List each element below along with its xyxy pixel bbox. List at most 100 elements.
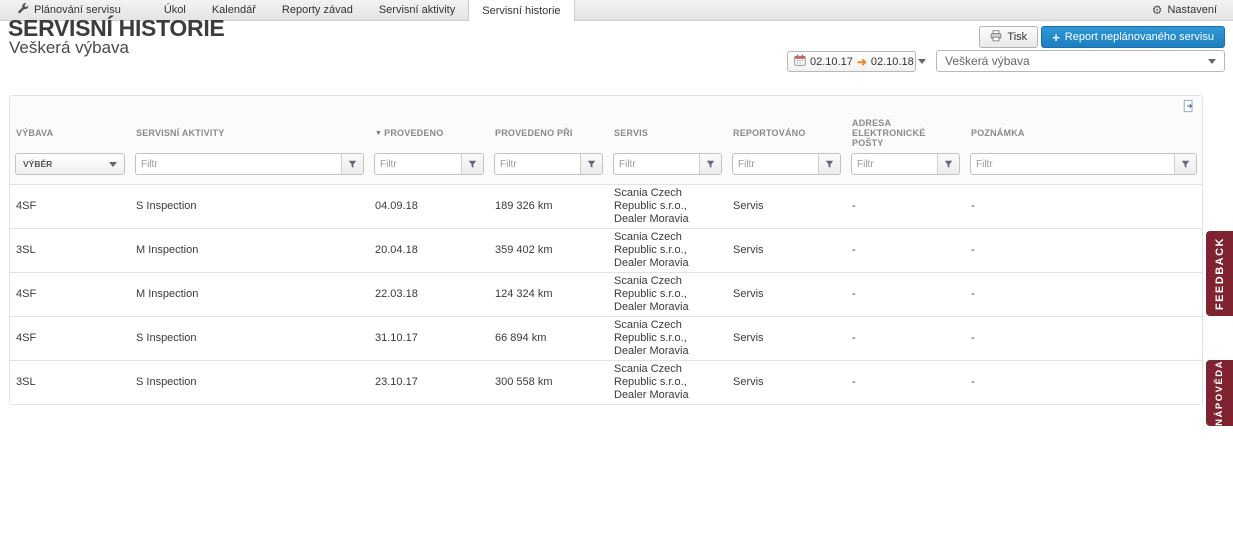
cell-servis: Scania Czech Republic s.r.o., Dealer Mor… (608, 360, 727, 404)
print-button-label: Tisk (1007, 31, 1028, 43)
cell-vybava: 4SF (10, 184, 130, 229)
filter-input-poznamka[interactable] (971, 154, 1174, 174)
equipment-filter-select[interactable]: Veškerá výbava (936, 50, 1225, 72)
cell-vybava: 3SL (10, 360, 130, 404)
table-row[interactable]: 3SL M Inspection 20.04.18 359 402 km Scania … (10, 228, 1202, 273)
cell-aktivita: S Inspection (130, 184, 369, 229)
filter-input-provedeno[interactable] (375, 154, 461, 174)
calendar-icon (794, 54, 806, 69)
filter-funnel-button[interactable] (341, 154, 363, 174)
filter-input-provedeno-pri[interactable] (495, 154, 580, 174)
cell-reportovano: Servis (727, 360, 846, 404)
column-vybava[interactable]: Výbava (10, 116, 130, 151)
tab-servisni-aktivity[interactable]: Servisní aktivity (366, 0, 468, 20)
cell-provedeno_pri: 359 402 km (489, 228, 608, 273)
cell-vybava: 3SL (10, 228, 130, 273)
filter-input-servisni-aktivity[interactable] (136, 154, 341, 174)
table-row[interactable]: 4SF S Inspection 31.10.17 66 894 km Scania C… (10, 316, 1202, 361)
column-label: Poznámka (971, 128, 1025, 138)
filter-funnel-button[interactable] (1174, 154, 1196, 174)
page: Plánování servisu Úkol Kalendář Reporty … (0, 0, 1233, 552)
service-history-panel: Výbava Servisní aktivity ▼ Provedeno Prov… (9, 95, 1203, 405)
cell-provedeno: 23.10.17 (369, 360, 489, 404)
column-label: Reportováno (733, 128, 806, 138)
column-adresa[interactable]: Adresa elektronické pošty (846, 116, 965, 151)
filter-input-reportovano[interactable] (733, 154, 818, 174)
print-button[interactable]: Tisk (979, 26, 1039, 48)
column-label: Provedeno při (495, 128, 573, 138)
filter-funnel-button[interactable] (818, 154, 840, 174)
filter-input-adresa[interactable] (852, 154, 937, 174)
column-poznamka[interactable]: Poznámka (965, 116, 1202, 151)
tab-reporty-zavad[interactable]: Reporty závad (269, 0, 366, 20)
tab-label: Servisní aktivity (378, 4, 456, 16)
cell-adresa: - (846, 316, 965, 361)
cell-servis: Scania Czech Republic s.r.o., Dealer Mor… (608, 272, 727, 317)
cell-poznamka: - (965, 316, 1202, 361)
cell-reportovano: Servis (727, 316, 846, 361)
cell-reportovano: Servis (727, 184, 846, 229)
cell-provedeno_pri: 300 558 km (489, 360, 608, 404)
settings-label: Nastavení (1167, 4, 1217, 16)
panel-toolbar (10, 96, 1202, 116)
column-label: Servisní aktivity (136, 128, 225, 138)
sort-desc-icon: ▼ (375, 130, 383, 137)
table-row[interactable]: 4SF M Inspection 22.03.18 124 324 km Scania … (10, 272, 1202, 317)
cell-aktivita: M Inspection (130, 228, 369, 273)
help-tab[interactable]: NÁPOVĚDA (1206, 360, 1233, 426)
column-label: Adresa elektronické pošty (852, 118, 926, 148)
service-history-table: Výbava Servisní aktivity ▼ Provedeno Prov… (10, 116, 1202, 404)
cell-provedeno_pri: 124 324 km (489, 272, 608, 317)
unplanned-service-report-button[interactable]: + Report neplánovaného servisu (1041, 26, 1225, 48)
filter-row: Výběr (10, 151, 1202, 185)
cell-adresa: - (846, 272, 965, 317)
cell-adresa: - (846, 184, 965, 229)
column-reportovano[interactable]: Reportováno (727, 116, 846, 151)
table-row[interactable]: 4SF S Inspection 04.09.18 189 326 km Scania … (10, 184, 1202, 229)
help-tab-label: NÁPOVĚDA (1214, 360, 1225, 426)
column-servis[interactable]: Servis (608, 116, 727, 151)
cell-aktivita: S Inspection (130, 360, 369, 404)
cell-provedeno_pri: 66 894 km (489, 316, 608, 361)
filter-funnel-button[interactable] (937, 154, 959, 174)
cell-provedeno: 22.03.18 (369, 272, 489, 317)
cell-aktivita: S Inspection (130, 316, 369, 361)
filter-input-servis[interactable] (614, 154, 699, 174)
column-provedeno[interactable]: ▼ Provedeno (369, 116, 489, 151)
vybava-select-filter[interactable]: Výběr (15, 153, 125, 175)
cell-provedeno_pri: 189 326 km (489, 184, 608, 229)
cell-poznamka: - (965, 184, 1202, 229)
table-row[interactable]: 3SL S Inspection 23.10.17 300 558 km Scania … (10, 360, 1202, 404)
column-servisni-aktivity[interactable]: Servisní aktivity (130, 116, 369, 151)
column-header-row: Výbava Servisní aktivity ▼ Provedeno Prov… (10, 116, 1202, 151)
chevron-down-icon (1208, 58, 1216, 64)
feedback-tab[interactable]: FEEDBACK (1206, 231, 1233, 316)
chevron-down-icon (109, 161, 117, 167)
select-filter-label: Výběr (23, 159, 53, 169)
header-actions: Tisk + Report neplánovaného servisu (979, 26, 1225, 48)
column-label: Provedeno (384, 128, 444, 138)
arrow-right-icon: ➜ (856, 54, 867, 69)
page-subtitle: Veškerá výbava (9, 38, 130, 57)
date-range-picker[interactable]: 02.10.17 ➜ 02.10.18 (787, 51, 926, 72)
cell-vybava: 4SF (10, 272, 130, 317)
filter-funnel-button[interactable] (580, 154, 602, 174)
cell-provedeno: 20.04.18 (369, 228, 489, 273)
gear-icon: ⚙ (1151, 3, 1163, 17)
export-icon[interactable] (1182, 99, 1196, 113)
cell-servis: Scania Czech Republic s.r.o., Dealer Mor… (608, 184, 727, 229)
filter-funnel-button[interactable] (461, 154, 483, 174)
column-label: Servis (614, 128, 649, 138)
settings-menu[interactable]: ⚙ Nastavení (1152, 0, 1233, 20)
cell-servis: Scania Czech Republic s.r.o., Dealer Mor… (608, 228, 727, 273)
cell-adresa: - (846, 228, 965, 273)
date-from: 02.10.17 (810, 55, 853, 68)
filter-funnel-button[interactable] (699, 154, 721, 174)
tab-servisni-historie[interactable]: Servisní historie (468, 0, 575, 21)
cell-provedeno: 31.10.17 (369, 316, 489, 361)
column-provedeno-pri[interactable]: Provedeno při (489, 116, 608, 151)
tab-label: Reporty závad (281, 4, 353, 16)
column-label: Výbava (16, 128, 54, 138)
table-body: 4SF S Inspection 04.09.18 189 326 km Scania … (10, 184, 1202, 404)
cell-poznamka: - (965, 272, 1202, 317)
